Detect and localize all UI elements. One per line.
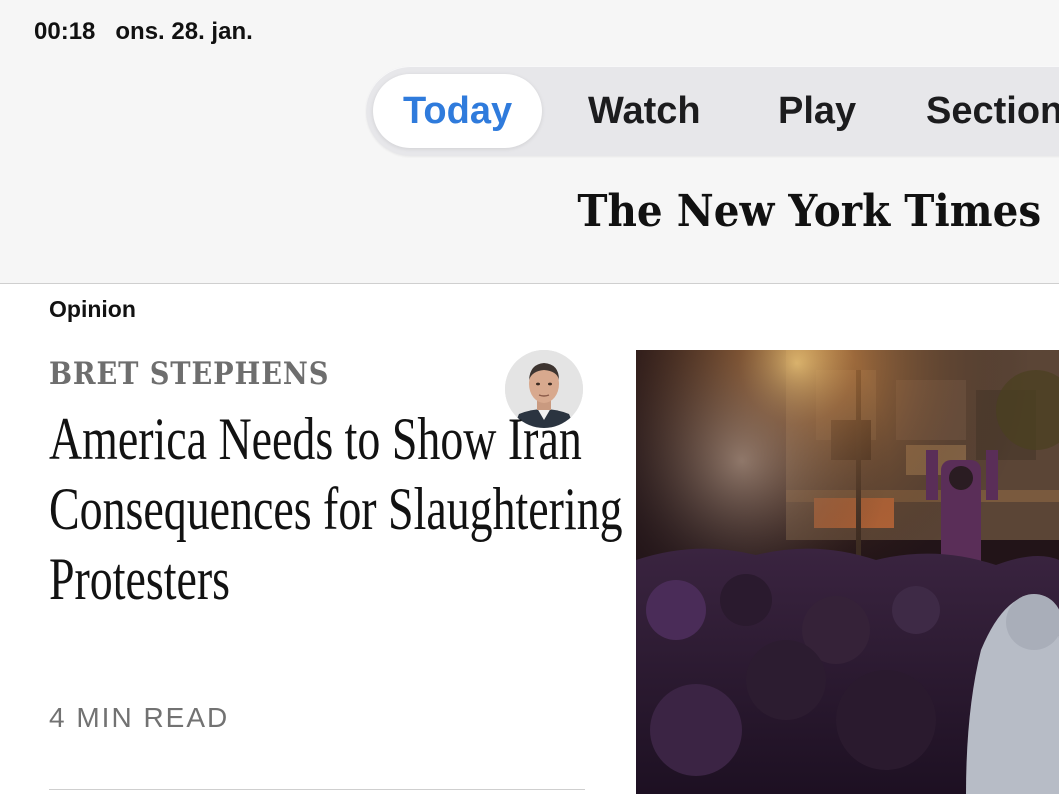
- status-date: ons. 28. jan.: [115, 18, 253, 45]
- read-time: 4 MIN READ: [49, 702, 230, 733]
- author-byline: BRET STEPHENS: [49, 356, 330, 392]
- section-label: Opinion: [49, 296, 136, 322]
- app-header: 00:18 ons. 28. jan. Today Watch Play Sect…: [0, 0, 1059, 284]
- tab-today[interactable]: Today: [373, 74, 543, 148]
- nyt-logo[interactable]: The New York Times: [577, 186, 1041, 237]
- protest-photo-icon: [636, 350, 1059, 794]
- divider: [49, 789, 585, 790]
- tab-play[interactable]: Play: [778, 74, 856, 148]
- article-headline[interactable]: America Needs to Show Iran Consequences …: [49, 404, 630, 614]
- tab-bar: Today Watch Play Section: [366, 66, 1059, 156]
- status-bar: 00:18 ons. 28. jan.: [34, 18, 253, 46]
- status-time: 00:18: [34, 18, 96, 45]
- article-image[interactable]: [636, 350, 1059, 794]
- tab-watch[interactable]: Watch: [588, 74, 701, 148]
- tab-sections[interactable]: Section: [926, 74, 1059, 148]
